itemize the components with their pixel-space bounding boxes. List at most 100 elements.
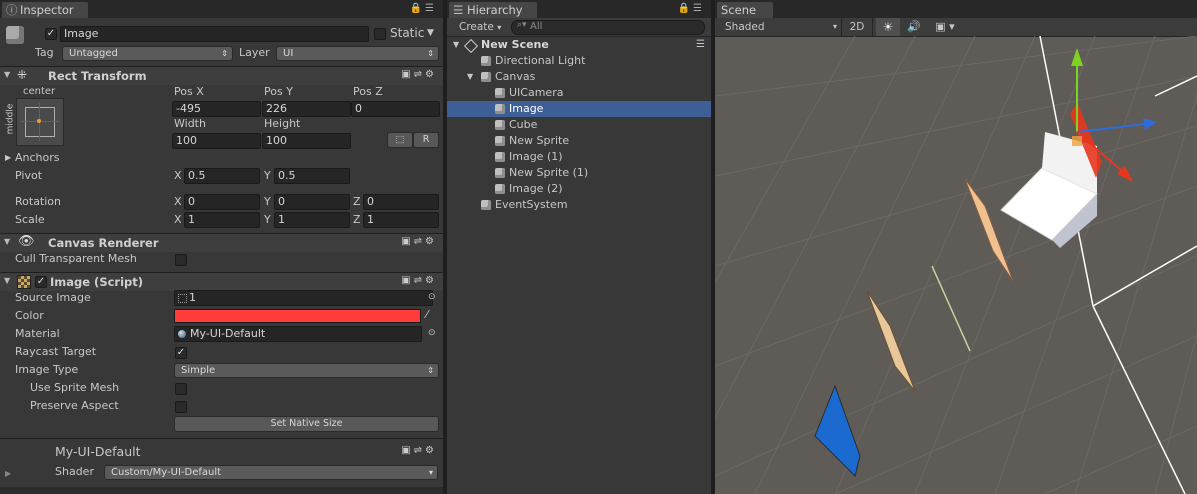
rot-z-field[interactable]: 0: [363, 194, 439, 210]
hierarchy-item[interactable]: Image (1): [447, 149, 711, 165]
preset-icon[interactable]: ⇌: [414, 275, 425, 286]
static-dropdown-icon[interactable]: ▼: [427, 26, 434, 40]
canvas-renderer-header[interactable]: ▼ 👁 Canvas Renderer ▣⇌⚙: [0, 233, 443, 252]
image-script-header[interactable]: ▼ ✓ Image (Script) ▣⇌⚙: [0, 272, 443, 291]
scale-y-field[interactable]: 1: [274, 212, 350, 228]
scene-row[interactable]: ▼ New Scene ☰: [447, 37, 711, 54]
preset-icon[interactable]: ⇌: [414, 69, 425, 80]
help-icon[interactable]: ▣: [401, 275, 413, 286]
hierarchy-item[interactable]: Directional Light: [447, 53, 711, 69]
material-fold-icon[interactable]: ▶: [5, 467, 11, 481]
preset-icon[interactable]: ⇌: [414, 445, 425, 456]
sprite-icon: [178, 294, 187, 303]
material-label: Material: [15, 327, 60, 340]
2d-toggle[interactable]: 2D: [841, 18, 873, 36]
anchors-label[interactable]: Anchors: [15, 151, 60, 165]
fold-down-icon[interactable]: ▼: [453, 37, 459, 53]
pivot-y-field[interactable]: 0.5: [274, 168, 350, 184]
settings-gear-icon[interactable]: ⚙: [425, 236, 437, 247]
raycast-target-checkbox[interactable]: ✓: [175, 347, 187, 359]
effects-dropdown-icon[interactable]: ▣ ▾: [929, 18, 961, 36]
anchor-preset-button[interactable]: [16, 98, 64, 146]
hierarchy-item[interactable]: Cube: [447, 117, 711, 133]
help-icon[interactable]: ▣: [401, 69, 413, 80]
height-field[interactable]: 100: [262, 133, 351, 149]
component-tools[interactable]: ▣⇌⚙: [401, 69, 437, 80]
tab-hierarchy[interactable]: ☰ Hierarchy: [449, 2, 537, 18]
material-tools[interactable]: ▣⇌⚙: [401, 445, 437, 456]
tag-dropdown[interactable]: Untagged ⇕: [62, 46, 233, 61]
rect-transform-header[interactable]: ▼ ⁜ Rect Transform ▣⇌⚙: [0, 66, 443, 85]
preserve-aspect-checkbox[interactable]: [175, 401, 187, 413]
object-picker-icon[interactable]: ⊙: [428, 290, 436, 304]
tab-inspector[interactable]: ⓘ Inspector: [2, 2, 88, 18]
menu-icon[interactable]: ☰: [425, 3, 437, 14]
hierarchy-item[interactable]: ▼ Canvas: [447, 69, 711, 85]
settings-gear-icon[interactable]: ⚙: [425, 69, 437, 80]
fold-down-icon[interactable]: ▼: [4, 237, 10, 246]
hierarchy-search[interactable]: ⌕▾ All: [511, 20, 705, 35]
blueprint-mode-button[interactable]: ⬚: [387, 132, 413, 148]
cull-transparent-checkbox[interactable]: [175, 254, 187, 266]
create-dropdown[interactable]: Create ▾: [459, 20, 501, 35]
pivot-x-field[interactable]: 0.5: [184, 168, 260, 184]
eyedropper-icon[interactable]: ⁄: [426, 308, 428, 322]
shader-dropdown[interactable]: Custom/My-UI-Default ▾: [104, 465, 438, 480]
pos-y-field[interactable]: 226: [262, 101, 351, 117]
inspector-tab-tools[interactable]: 🔒☰: [410, 3, 437, 14]
help-icon[interactable]: ▣: [401, 445, 413, 456]
hierarchy-item-selected[interactable]: Image: [447, 101, 711, 117]
audio-toggle-icon[interactable]: 🔊: [903, 18, 925, 36]
raw-edit-button[interactable]: R: [413, 132, 439, 148]
lock-icon[interactable]: 🔒: [678, 3, 693, 14]
hierarchy-item[interactable]: New Sprite (1): [447, 165, 711, 181]
static-checkbox[interactable]: [374, 28, 386, 40]
object-name-field[interactable]: Image: [60, 26, 369, 42]
image-type-dropdown[interactable]: Simple ⇕: [174, 363, 439, 378]
scene-viewport[interactable]: [715, 36, 1197, 494]
hierarchy-item[interactable]: New Sprite: [447, 133, 711, 149]
gizmo-center[interactable]: [1072, 136, 1082, 146]
hierarchy-item[interactable]: EventSystem: [447, 197, 711, 213]
menu-icon[interactable]: ☰: [693, 3, 705, 14]
settings-gear-icon[interactable]: ⚙: [425, 275, 437, 286]
shading-dropdown[interactable]: Shaded ▾: [725, 20, 837, 34]
color-swatch[interactable]: [174, 309, 421, 323]
section-divider: [0, 438, 443, 439]
set-native-size-button[interactable]: Set Native Size: [174, 416, 439, 432]
layer-dropdown[interactable]: UI ⇕: [276, 46, 439, 61]
settings-gear-icon[interactable]: ⚙: [425, 445, 437, 456]
hierarchy-tab-tools[interactable]: 🔒☰: [678, 3, 705, 14]
scale-x-field[interactable]: 1: [184, 212, 260, 228]
component-tools[interactable]: ▣⇌⚙: [401, 275, 437, 286]
inspector-tabbar: ⓘ Inspector 🔒☰: [0, 0, 443, 18]
tab-scene[interactable]: Scene: [717, 2, 773, 18]
width-field[interactable]: 100: [172, 133, 261, 149]
gizmo-z-arrow[interactable]: [1143, 118, 1157, 130]
lighting-toggle-icon[interactable]: ☀: [876, 18, 900, 36]
image-enabled-checkbox[interactable]: ✓: [35, 276, 47, 288]
active-checkbox[interactable]: ✓: [45, 28, 57, 40]
object-picker-icon[interactable]: ⊙: [428, 326, 436, 340]
hierarchy-item[interactable]: UICamera: [447, 85, 711, 101]
fold-down-icon[interactable]: ▼: [4, 70, 10, 79]
source-image-field[interactable]: 1: [174, 290, 433, 306]
material-field[interactable]: My-UI-Default: [174, 326, 422, 342]
scene-menu-icon[interactable]: ☰: [696, 37, 705, 53]
anchors-fold-icon[interactable]: ▶: [5, 151, 11, 165]
help-icon[interactable]: ▣: [401, 236, 413, 247]
component-tools[interactable]: ▣⇌⚙: [401, 236, 437, 247]
use-sprite-mesh-checkbox[interactable]: [175, 383, 187, 395]
pos-z-field[interactable]: 0: [351, 101, 440, 117]
rot-y-field[interactable]: 0: [274, 194, 350, 210]
scale-z-field[interactable]: 1: [363, 212, 439, 228]
fold-down-icon[interactable]: ▼: [4, 276, 10, 285]
pos-x-field[interactable]: -495: [172, 101, 261, 117]
hierarchy-panel: ☰ Hierarchy 🔒☰ Create ▾ ⌕▾ All ▼ New Scen…: [447, 0, 711, 494]
fold-down-icon[interactable]: ▼: [467, 69, 473, 85]
rot-x-field[interactable]: 0: [184, 194, 260, 210]
hierarchy-item[interactable]: Image (2): [447, 181, 711, 197]
lock-icon[interactable]: 🔒: [410, 3, 425, 14]
preset-icon[interactable]: ⇌: [414, 236, 425, 247]
search-icon: ⌕▾: [517, 20, 527, 30]
